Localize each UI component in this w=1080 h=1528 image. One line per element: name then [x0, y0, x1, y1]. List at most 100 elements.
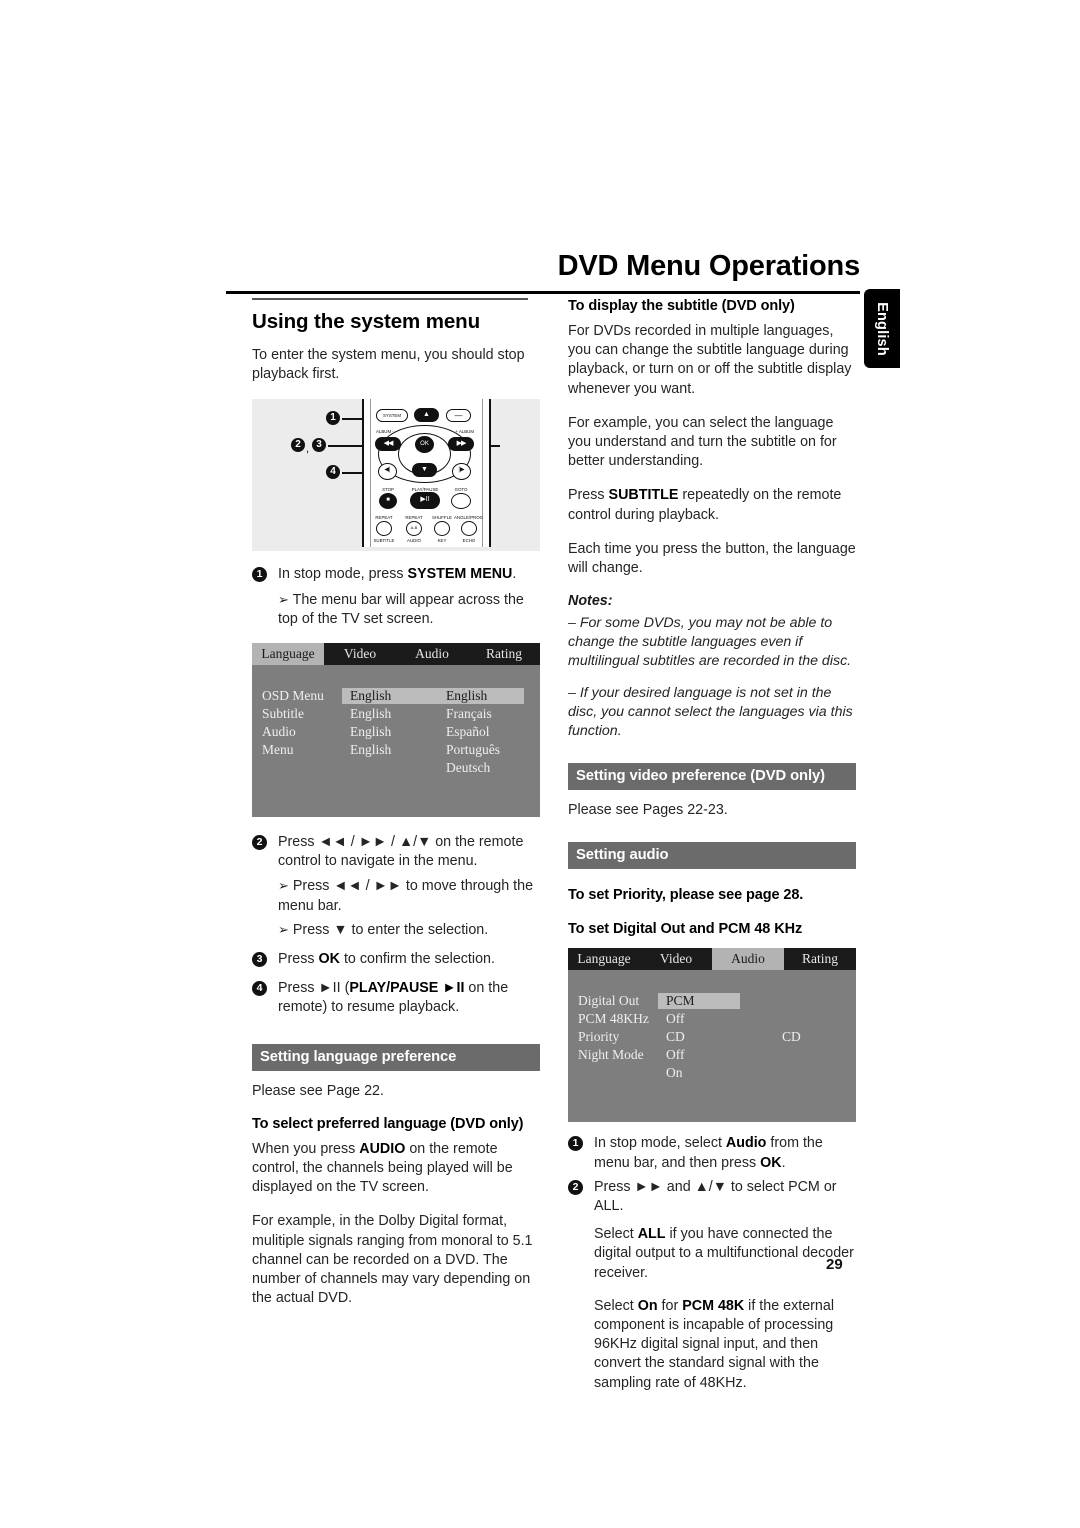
- osd-row-option[interactable]: Português: [424, 742, 524, 758]
- section-divider: [252, 298, 528, 300]
- language-tab-label: English: [874, 301, 890, 356]
- step-2-sub-2: ➢ Press ▼ to enter the selection.: [252, 920, 540, 940]
- subhead-set-digital-out: To set Digital Out and PCM 48 KHz: [568, 921, 803, 938]
- remote-control-figure: 1 2 , 3 4 SYSTEM ▲ — ALBUM - + ALBUM ◀◀ …: [252, 399, 540, 552]
- step-2-sub-2-text: Press ▼ to enter the selection.: [292, 921, 489, 938]
- osd-row-value[interactable]: Off: [658, 1011, 740, 1027]
- step-3-number: 3: [252, 952, 267, 968]
- osd-row: Menu English Português: [252, 741, 540, 759]
- callout-1: 1: [326, 411, 340, 426]
- osd-tab-rating[interactable]: Rating: [468, 643, 540, 665]
- language-tab: English: [864, 289, 900, 368]
- osd-row-option[interactable]: Deutsch: [424, 760, 524, 776]
- repeat-ab-label: REPEAT: [405, 515, 423, 521]
- callout-3: 3: [312, 438, 326, 453]
- next-icon: |▶: [458, 467, 465, 474]
- as1-after: .: [781, 1154, 786, 1171]
- as2-text: Press ►► and ▲/▼ to select PCM or ALL.: [594, 1178, 837, 1215]
- osd-row: Digital Out PCM: [568, 992, 856, 1010]
- audio-step-1-number: 1: [568, 1136, 583, 1152]
- subtitle-label: SUBTITLE: [373, 538, 395, 544]
- document-page: DVD Menu Operations English Using the sy…: [0, 0, 1080, 1528]
- heading-setting-language-preference: Setting language preference: [252, 1043, 540, 1071]
- arrow-icon: ➢: [278, 921, 289, 937]
- step-1-arrow-line: ➢ The menu bar will appear across the to…: [252, 590, 540, 629]
- osd-tab-video[interactable]: Video: [640, 948, 712, 970]
- osd-row-option[interactable]: English: [424, 688, 524, 705]
- angle-prog-label: ANGLE/PROG: [454, 515, 484, 521]
- system-menu-label: SYSTEM: [382, 413, 402, 419]
- shuffle-label: SHUFFLE: [431, 515, 452, 521]
- album-plus-label: + ALBUM: [455, 429, 474, 435]
- osd-tab-audio[interactable]: Audio: [396, 643, 468, 665]
- step-2-text: Press ◄◄ / ►► / ▲/▼ on the remote contro…: [278, 834, 524, 870]
- osd-row-value[interactable]: Off: [658, 1047, 740, 1063]
- osd-row-value[interactable]: English: [342, 724, 424, 740]
- section-title-using-system-menu: Using the system menu: [252, 310, 481, 333]
- down-arrow-icon: ▼: [421, 466, 428, 474]
- sp3-bold: SUBTITLE: [608, 487, 679, 504]
- arrow-icon: ➢: [278, 591, 289, 607]
- step-3: 3 Press OK to confirm the selection.: [252, 950, 540, 969]
- osd-row-value[interactable]: English: [342, 706, 424, 722]
- osd-row-option[interactable]: CD: [740, 1029, 840, 1045]
- on-bold1: On: [637, 1297, 658, 1314]
- osd-row: OSD Menu English English: [252, 687, 540, 705]
- osd-row: PCM 48KHz Off: [568, 1010, 856, 1028]
- key-label: KEY: [437, 538, 447, 544]
- arrow-icon: ➢: [278, 878, 289, 894]
- osd-row: Priority CD CD: [568, 1028, 856, 1046]
- step-1: 1 In stop mode, press SYSTEM MENU.: [252, 565, 540, 584]
- remote-body: SYSTEM ▲ — ALBUM - + ALBUM ◀◀ OK ▶▶ ◀| ▼…: [362, 399, 491, 548]
- osd-row: Deutsch: [252, 759, 540, 777]
- osd-row-value[interactable]: CD: [658, 1029, 740, 1045]
- right-column: To display the subtitle (DVD only) For D…: [568, 298, 856, 1397]
- osd-tab-audio[interactable]: Audio: [712, 948, 784, 971]
- osd-row-value[interactable]: On: [658, 1065, 740, 1081]
- osd-row-value[interactable]: English: [342, 688, 424, 705]
- audio-step-2-number: 2: [568, 1179, 583, 1195]
- callout-comma: ,: [306, 443, 310, 456]
- osd-row-label: OSD Menu: [262, 688, 324, 704]
- step-1-bold: SYSTEM MENU: [407, 566, 513, 583]
- as1-bold2: OK: [760, 1154, 782, 1171]
- echo-label: ECHO: [462, 538, 476, 544]
- on-before: Select: [594, 1297, 638, 1314]
- as1-before: In stop mode, select: [594, 1135, 726, 1152]
- osd-row-option[interactable]: Español: [424, 724, 524, 740]
- stop-label: STOP: [382, 487, 394, 493]
- previous-icon: ◀|: [384, 467, 391, 474]
- osd-tab-language[interactable]: Language: [568, 948, 640, 970]
- step-3-after: to confirm the selection.: [339, 951, 495, 968]
- step-2-sub-1-text: Press ◄◄ / ►► to move through the menu b…: [278, 878, 534, 914]
- heading-setting-audio: Setting audio: [568, 842, 856, 870]
- lp-p1-bold: AUDIO: [359, 1140, 406, 1157]
- osd-row-label: Priority: [578, 1029, 620, 1045]
- osd-audio-menu-bar: Language Video Audio Rating: [568, 948, 856, 971]
- video-pref-body: Please see Pages 22-23.: [568, 802, 728, 819]
- callout-2: 2: [291, 438, 305, 453]
- step-4-bold: PLAY/PAUSE ►II: [349, 980, 465, 997]
- osd-tab-video[interactable]: Video: [324, 643, 396, 665]
- osd-tab-language[interactable]: Language: [252, 643, 324, 666]
- step-4: 4 Press ►II (PLAY/PAUSE ►II on the remot…: [252, 979, 540, 1017]
- osd-language-screen: Language Video Audio Rating OSD Menu Eng…: [252, 643, 540, 818]
- notes-label: Notes:: [568, 593, 613, 610]
- osd-row-value[interactable]: PCM: [658, 993, 740, 1010]
- page-title: DVD Menu Operations: [557, 250, 861, 282]
- play-pause-icon: ▶II: [420, 496, 430, 504]
- step-1-text-before: In stop mode, press: [278, 566, 408, 583]
- osd-audio-rows: Digital Out PCM PCM 48KHz Off Priority C…: [568, 970, 856, 1122]
- osd-row-option[interactable]: Français: [424, 706, 524, 722]
- subhead-display-subtitle: To display the subtitle (DVD only): [568, 298, 795, 314]
- osd-row: Subtitle English Français: [252, 705, 540, 723]
- audio-note-all: Select ALL if you have connected the dig…: [568, 1225, 856, 1283]
- audio-label: AUDIO: [407, 538, 421, 544]
- osd-tab-rating[interactable]: Rating: [784, 948, 856, 970]
- stop-icon: ■: [386, 497, 390, 504]
- osd-row: Audio English Español: [252, 723, 540, 741]
- page-number: 29: [826, 1256, 843, 1273]
- osd-row-value[interactable]: English: [342, 742, 424, 758]
- subtitle-paragraph-1: For DVDs recorded in multiple languages,…: [568, 323, 852, 397]
